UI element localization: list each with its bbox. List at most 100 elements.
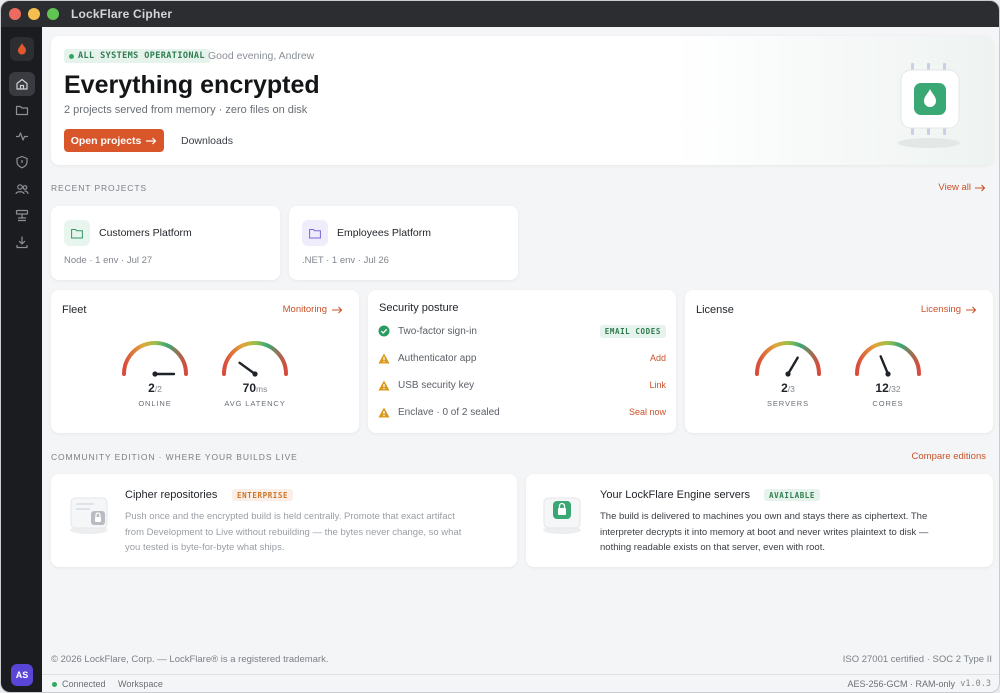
user-avatar[interactable]: AS: [11, 664, 33, 686]
add-authenticator-link[interactable]: Add: [650, 353, 666, 363]
downloads-button[interactable]: Downloads: [181, 135, 233, 147]
gauge-label: ONLINE: [138, 399, 172, 408]
monitoring-link[interactable]: Monitoring: [283, 304, 343, 315]
project-meta: Node · 1 env · Jul 27: [64, 255, 153, 266]
gauge-number: 70: [242, 381, 256, 395]
feature-card-repositories: Cipher repositories ENTERPRISE Push once…: [51, 474, 517, 567]
feature-description-line: nothing readable exists on that server, …: [600, 542, 825, 553]
link-usb-key-link[interactable]: Link: [649, 380, 666, 390]
project-meta: .NET · 1 env · Jul 26: [302, 255, 389, 266]
security-row-tag: EMAIL CODES: [599, 324, 666, 338]
sidebar-item-downloads[interactable]: [9, 230, 35, 254]
status-bar: Connected Workspace AES-256-GCM · RAM-on…: [42, 674, 999, 692]
arrow-right-icon: [975, 184, 986, 191]
open-projects-button[interactable]: Open projects: [64, 129, 164, 152]
gauge-hub: [152, 371, 158, 377]
sidebar-item-users[interactable]: [9, 177, 35, 201]
warning-icon: [378, 379, 390, 391]
gauge-hub: [785, 371, 791, 377]
zoom-window-button[interactable]: [47, 8, 59, 20]
recent-projects-label: RECENT PROJECTS: [51, 183, 147, 193]
project-icon: [64, 220, 90, 246]
server-icon: [15, 209, 29, 222]
shield-icon: [16, 155, 28, 169]
gauge-needle: [238, 361, 257, 376]
sidebar-item-projects[interactable]: [9, 98, 35, 122]
feature-description-line: you tested is byte-for-byte what ships.: [125, 542, 285, 553]
feature-description-line: interpreter decrypts it into memory at b…: [600, 526, 929, 538]
project-card-employees[interactable]: Employees Platform .NET · 1 env · Jul 26: [289, 206, 518, 280]
connection-status: Connected: [52, 679, 106, 689]
folder-icon: [309, 228, 321, 238]
gauge-arc: [855, 341, 921, 376]
security-row-label: Authenticator app: [398, 352, 477, 364]
project-icon: [302, 220, 328, 246]
feature-description-line: from Development to Live without rebuild…: [125, 526, 462, 538]
gauge-label: SERVERS: [766, 399, 809, 408]
check-icon: [378, 325, 390, 337]
sidebar-item-servers[interactable]: [9, 203, 35, 227]
app-window: LockFlare Cipher AS ALL SYSTEMS OPERATIO…: [0, 0, 1000, 693]
project-card-customers[interactable]: Customers Platform Node · 1 env · Jul 27: [51, 206, 280, 280]
feature-title: Your LockFlare Engine servers: [600, 489, 751, 501]
gauge-unit: ms: [256, 384, 268, 394]
status-text: ALL SYSTEMS OPERATIONAL: [78, 51, 205, 61]
gauge-cores-dial: [855, 341, 921, 377]
gauge-unit: /2: [154, 384, 162, 394]
community-label: COMMUNITY EDITION · WHERE YOUR BUILDS LI…: [51, 452, 298, 462]
seal-now-link[interactable]: Seal now: [629, 407, 666, 417]
close-window-button[interactable]: [9, 8, 21, 20]
app-logo-icon[interactable]: [10, 37, 34, 61]
project-name: Employees Platform: [337, 227, 431, 239]
security-card: Security posture Two-factor sign-in EMAI…: [368, 290, 676, 433]
gauge-label: CORES: [872, 399, 904, 408]
gauge-hub: [885, 371, 891, 377]
feature-description: The build is delivered to machines you o…: [600, 509, 928, 556]
gauge-needle: [786, 356, 799, 376]
gauge-cores: 12/32 CORES: [852, 338, 924, 413]
sidebar-item-security[interactable]: [9, 150, 35, 174]
hero-card: ALL SYSTEMS OPERATIONAL Good evening, An…: [51, 36, 993, 165]
gauge-arc: [755, 341, 821, 376]
feature-description-line: Push once and the encrypted build is hel…: [125, 511, 455, 522]
sidebar-item-monitoring[interactable]: [9, 124, 35, 148]
compare-editions-link[interactable]: Compare editions: [912, 451, 986, 462]
security-row-enclave: Enclave · 0 of 2 sealed Seal now: [378, 404, 666, 420]
security-row-label: Two-factor sign-in: [398, 325, 477, 337]
gauge-label: AVG LATENCY: [224, 399, 286, 408]
gauge-servers-dial: [755, 341, 821, 377]
version-label: v1.0.3: [960, 679, 991, 689]
fleet-title: Fleet: [62, 304, 87, 316]
monitoring-label: Monitoring: [282, 304, 327, 315]
sidebar-item-home[interactable]: [9, 72, 35, 96]
arrow-right-icon: [332, 306, 343, 313]
view-all-link[interactable]: View all: [938, 182, 986, 193]
enterprise-badge: ENTERPRISE: [232, 489, 294, 501]
gauge-latency: 70ms AVG LATENCY: [219, 338, 291, 413]
gauge-value: 12/32: [852, 381, 924, 395]
fleet-card: Fleet Monitoring 2/2 ONLINE 70ms AVG LAT…: [51, 290, 359, 433]
feature-description-line: The build is delivered to machines you o…: [600, 511, 928, 522]
view-all-label: View all: [938, 182, 971, 193]
warning-icon: [378, 352, 390, 364]
certifications-text: ISO 27001 certified · SOC 2 Type II: [842, 654, 992, 665]
main-content: ALL SYSTEMS OPERATIONAL Good evening, An…: [42, 27, 999, 692]
gauge-value: 2/3: [752, 381, 824, 395]
warning-icon: [378, 406, 390, 418]
gauge-arc: [222, 341, 288, 376]
feature-description: Push once and the encrypted build is hel…: [125, 509, 461, 556]
minimize-window-button[interactable]: [28, 8, 40, 20]
arrow-right-icon: [966, 306, 977, 313]
page-subtitle: 2 projects served from memory · zero fil…: [64, 104, 308, 116]
gauge-unit: /32: [888, 384, 901, 394]
project-name: Customers Platform: [99, 227, 192, 239]
gauge-arc: [122, 341, 188, 376]
page-title: Everything encrypted: [64, 71, 320, 99]
licensing-link[interactable]: Licensing: [921, 304, 977, 315]
license-card: License Licensing 2/3 SERVERS 12/32 CORE…: [685, 290, 993, 433]
feature-title: Cipher repositories: [125, 489, 218, 501]
greeting-text: Good evening, Andrew: [208, 50, 315, 62]
workspace-label[interactable]: Workspace: [118, 679, 163, 689]
encrypted-chip-illustration-icon: [898, 63, 960, 148]
open-projects-label: Open projects: [70, 134, 142, 147]
